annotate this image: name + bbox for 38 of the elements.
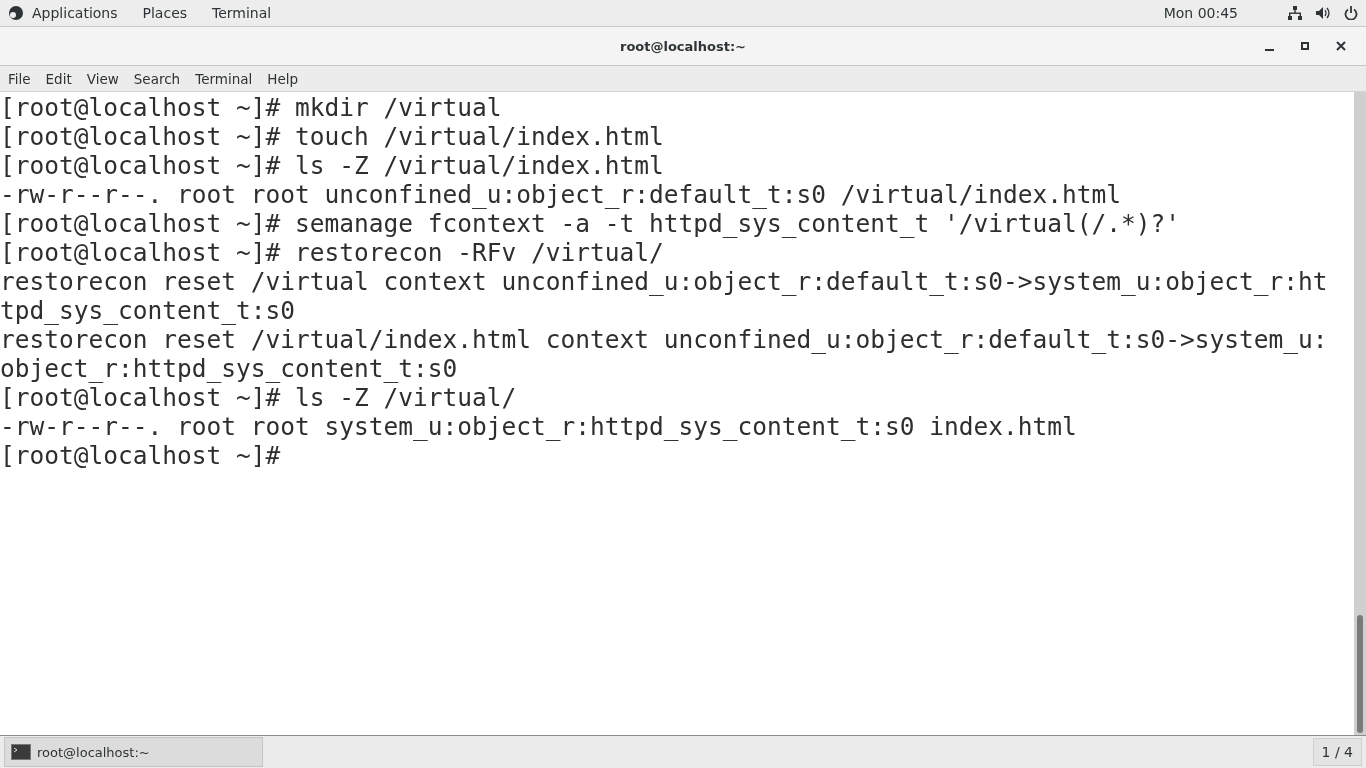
terminal-line: tpd_sys_content_t:s0 bbox=[0, 296, 296, 325]
volume-icon[interactable] bbox=[1316, 6, 1330, 20]
clock[interactable]: Mon 00:45 bbox=[1163, 5, 1238, 21]
terminal-line: [root@localhost ~]# restorecon -RFv /virtual/ bbox=[0, 238, 665, 267]
menu-item[interactable]: File bbox=[8, 70, 31, 87]
terminal-line: [root@localhost ~]# ls -Z /virtual/index.html bbox=[0, 151, 665, 180]
top-menu[interactable]: Terminal bbox=[212, 5, 272, 21]
network-icon[interactable] bbox=[1288, 6, 1302, 20]
terminal-line: [root@localhost ~]# ls -Z /virtual/ bbox=[0, 383, 518, 412]
menu-item[interactable]: Edit bbox=[45, 70, 72, 87]
menu-item[interactable]: Search bbox=[133, 70, 181, 87]
terminal-line: [root@localhost ~]# bbox=[0, 441, 282, 470]
close-button[interactable] bbox=[1334, 39, 1348, 53]
terminal-line: restorecon reset /virtual context unconfined_u:object_r:default_t:s0->system_u:object_r:ht bbox=[0, 267, 1329, 296]
terminal-line: restorecon reset /virtual/index.html context unconfined_u:object_r:default_t:s0->system_u: bbox=[0, 325, 1329, 354]
foot-logo-icon[interactable] bbox=[8, 5, 24, 21]
terminal-line: [root@localhost ~]# semanage fcontext -a -t httpd_sys_content_t '/virtual(/.*)?' bbox=[0, 209, 1182, 238]
menu-item[interactable]: Terminal bbox=[195, 70, 253, 87]
scrollbar[interactable] bbox=[1354, 92, 1366, 735]
maximize-button[interactable] bbox=[1298, 39, 1312, 53]
terminal-line: -rw-r--r--. root root unconfined_u:object_r:default_t:s0 /virtual/index.html bbox=[0, 180, 1123, 209]
terminal-icon bbox=[11, 744, 31, 760]
top-menu[interactable]: Places bbox=[142, 5, 188, 21]
terminal-line: object_r:httpd_sys_content_t:s0 bbox=[0, 354, 459, 383]
close-icon bbox=[1336, 41, 1346, 51]
maximize-icon bbox=[1301, 42, 1309, 50]
power-icon[interactable] bbox=[1344, 6, 1358, 20]
window-title: root@localhost:~ bbox=[619, 38, 746, 54]
terminal-line: [root@localhost ~]# touch /virtual/index.html bbox=[0, 122, 665, 151]
top-menu[interactable]: Applications bbox=[32, 5, 118, 21]
menu-item[interactable]: Help bbox=[267, 70, 299, 87]
taskbar-window-button[interactable]: root@localhost:~ bbox=[4, 737, 263, 767]
minimize-icon bbox=[1264, 49, 1274, 51]
workspace-indicator[interactable]: 1 / 4 bbox=[1312, 738, 1362, 766]
scrollbar-thumb[interactable] bbox=[1357, 615, 1363, 733]
terminal-line: -rw-r--r--. root root system_u:object_r:httpd_sys_content_t:s0 index.html bbox=[0, 412, 1078, 441]
menu-item[interactable]: View bbox=[86, 70, 119, 87]
terminal-line: [root@localhost ~]# mkdir /virtual bbox=[0, 93, 503, 122]
